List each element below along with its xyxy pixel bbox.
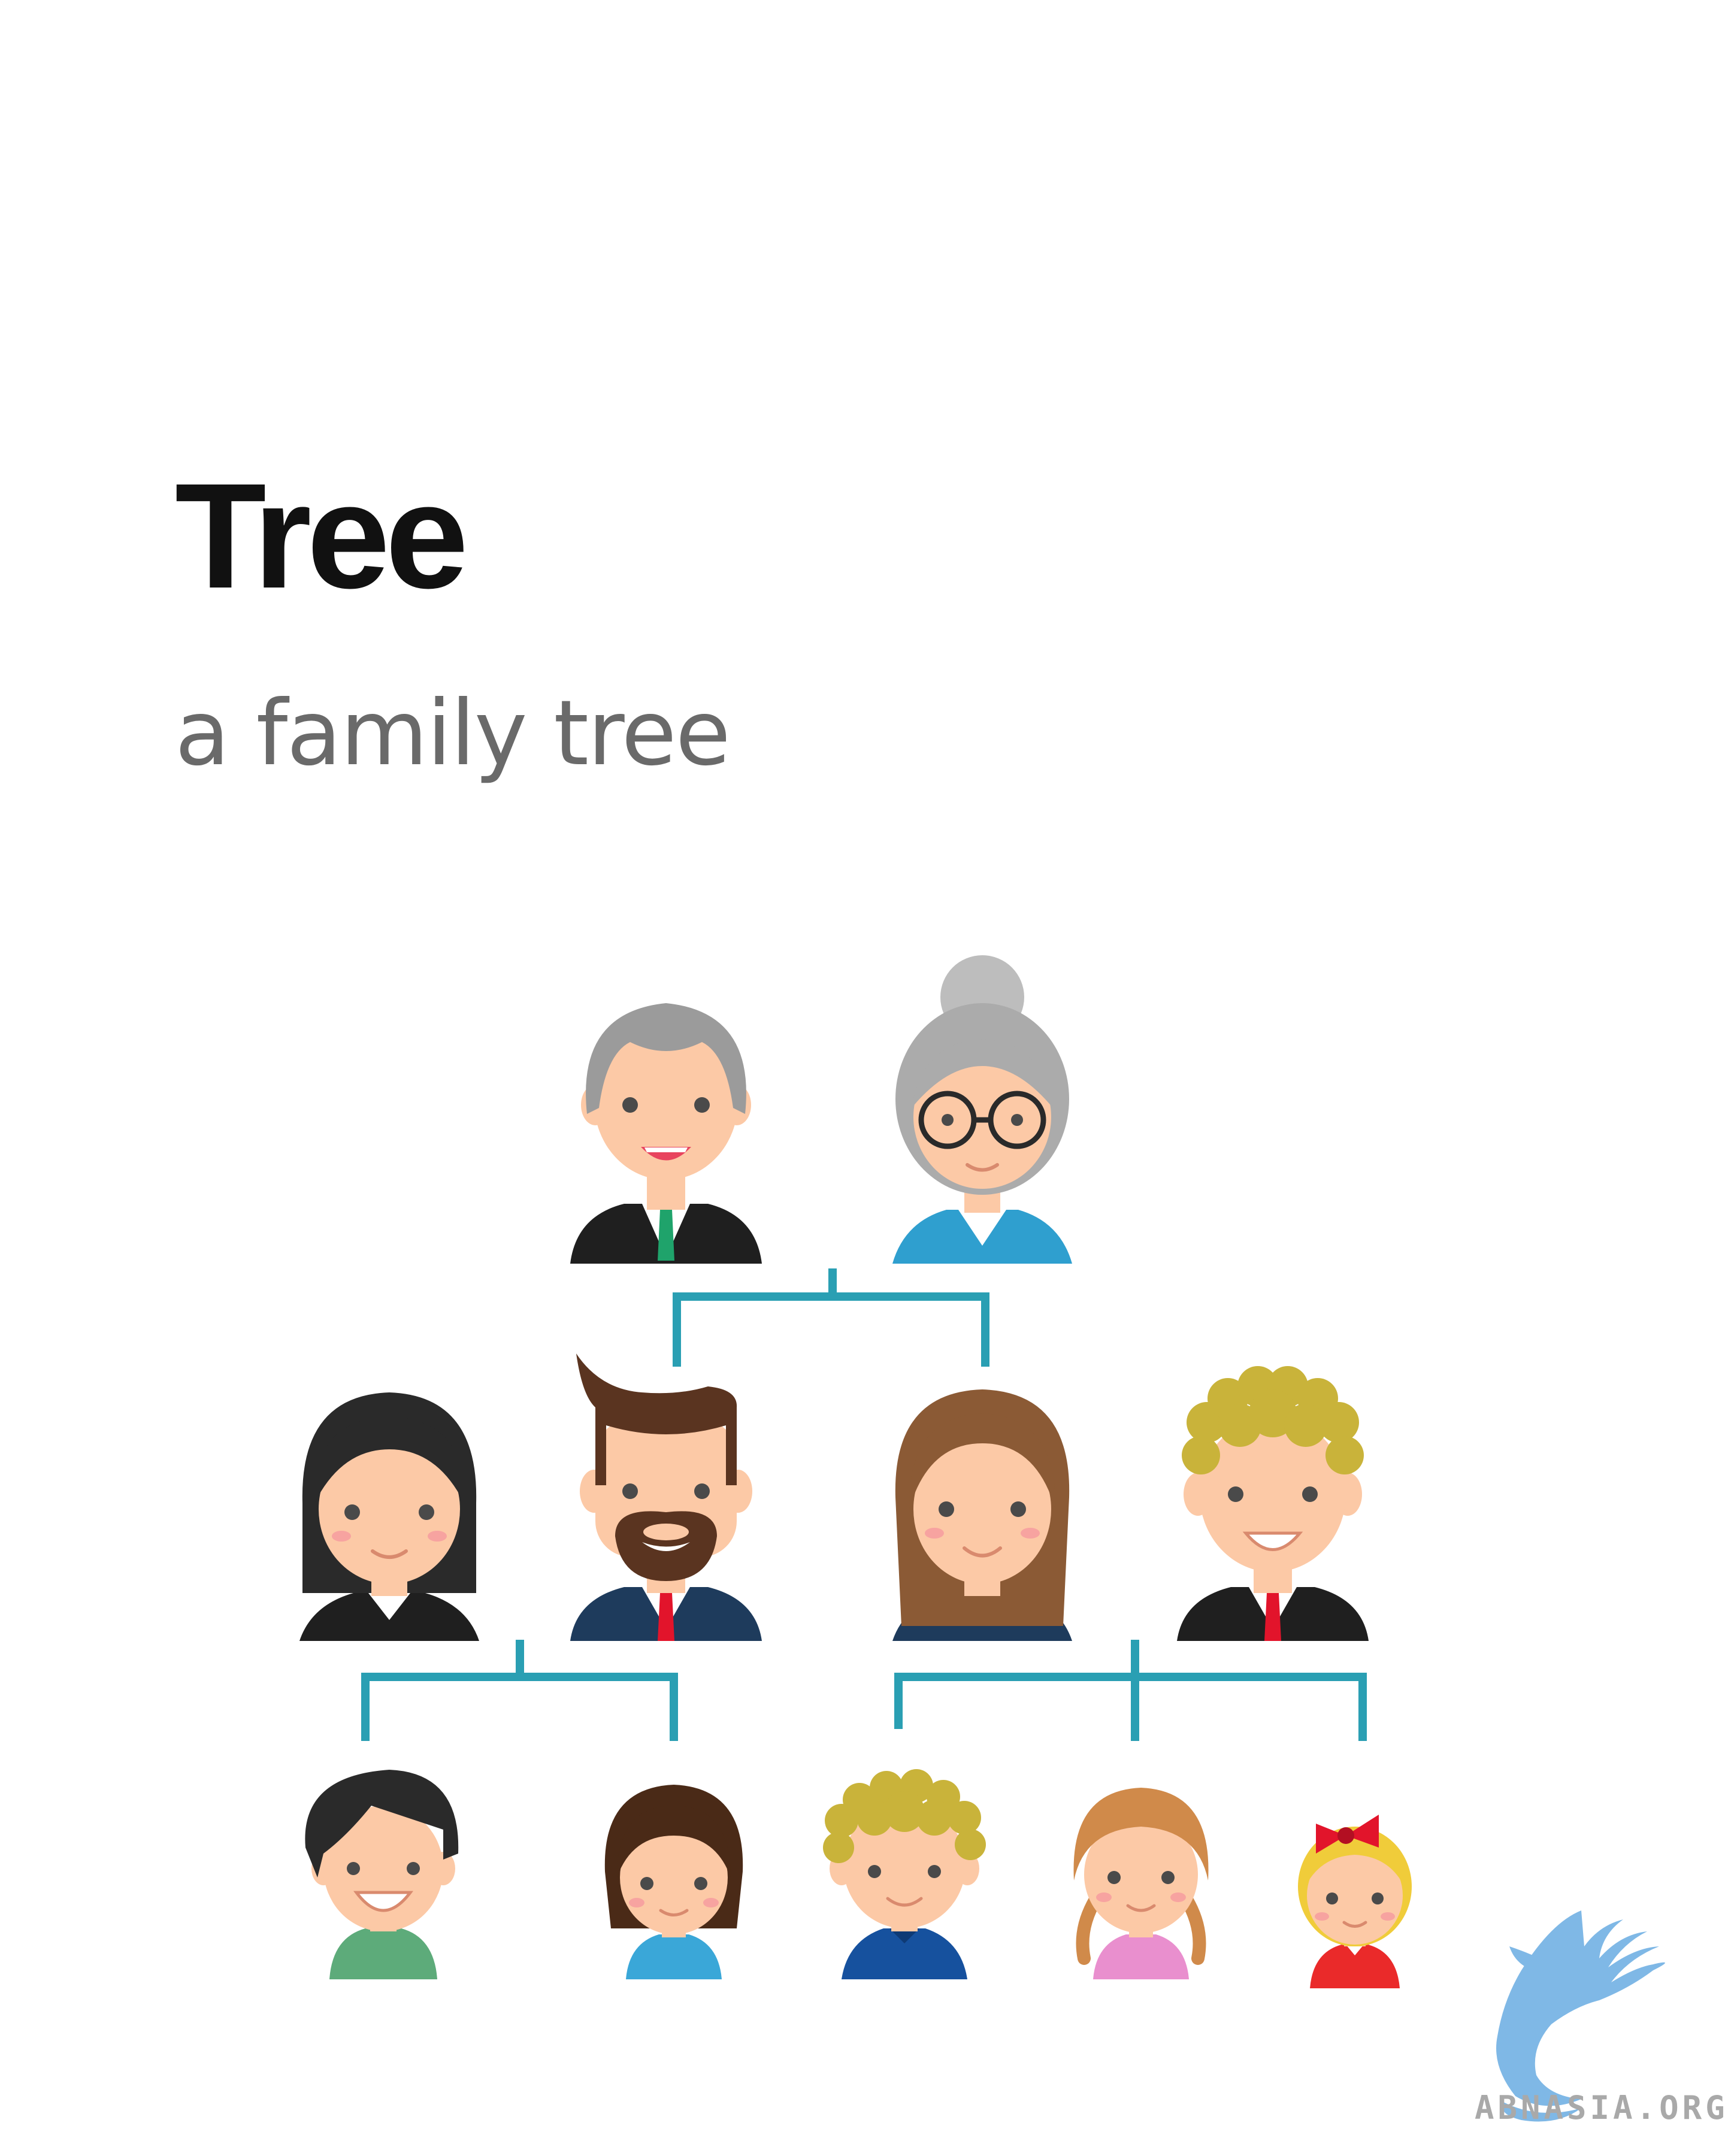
connector-generation-2-left — [361, 1640, 678, 1741]
grandfather — [570, 1003, 762, 1264]
connector-generation-1 — [673, 1268, 989, 1367]
son — [305, 1770, 459, 1979]
mother — [892, 1389, 1072, 1641]
connector-generation-2-right — [894, 1640, 1367, 1741]
aunt — [299, 1392, 479, 1641]
grandmother — [892, 955, 1072, 1264]
daughter — [604, 1785, 743, 1979]
girl-bow — [1298, 1815, 1412, 1988]
boy-curly — [823, 1769, 986, 1979]
girl-pigtails — [1073, 1788, 1209, 1979]
uncle — [1177, 1366, 1369, 1641]
father — [570, 1353, 762, 1641]
family-tree-illustration — [299, 955, 1665, 2122]
watermark-text: ABNASIA.ORG — [1475, 2089, 1725, 2127]
